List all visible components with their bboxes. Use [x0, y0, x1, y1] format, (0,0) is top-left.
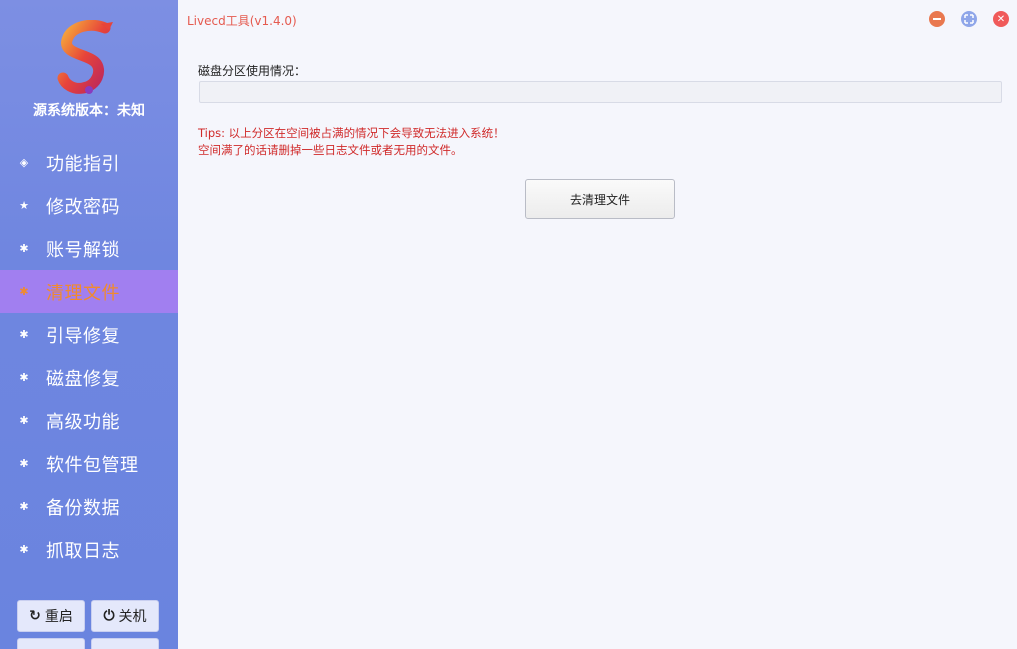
sidebar-item-label: 账号解锁: [46, 239, 120, 261]
window-title: Livecd工具(v1.4.0): [187, 14, 297, 28]
extra-button-2[interactable]: [91, 638, 159, 649]
bug-icon: ✱: [19, 371, 29, 384]
maximize-icon[interactable]: [961, 11, 977, 27]
restart-label: 重启: [44, 609, 73, 625]
minimize-icon[interactable]: [929, 11, 945, 27]
app-logo: [57, 20, 113, 94]
sidebar-item-unlock-account[interactable]: ✱ 账号解锁: [0, 227, 178, 270]
disk-usage-bar: [199, 81, 1002, 103]
sidebar-item-package-management[interactable]: ✱ 软件包管理: [0, 442, 178, 485]
sidebar-item-label: 功能指引: [46, 153, 120, 175]
sidebar-item-change-password[interactable]: ★ 修改密码: [0, 184, 178, 227]
sidebar-item-label: 软件包管理: [46, 454, 139, 476]
sidebar-item-guide[interactable]: ◈ 功能指引: [0, 141, 178, 184]
sidebar-item-label: 引导修复: [46, 325, 120, 347]
bug-icon: ✱: [19, 543, 29, 556]
sidebar-item-boot-repair[interactable]: ✱ 引导修复: [0, 313, 178, 356]
extra-button-1[interactable]: [17, 638, 85, 649]
sidebar-item-label: 高级功能: [46, 411, 120, 433]
sidebar-item-clean-files[interactable]: ✱ 清理文件: [0, 270, 178, 313]
bug-icon: ✱: [19, 457, 29, 470]
restart-icon: ↻: [29, 608, 41, 624]
bug-icon: ✱: [19, 242, 29, 255]
sidebar-item-label: 磁盘修复: [46, 368, 120, 390]
bug-icon: ✱: [19, 285, 29, 298]
clean-files-button[interactable]: 去清理文件: [525, 179, 675, 219]
bug-icon: ✱: [19, 414, 29, 427]
tips-line-1: Tips: 以上分区在空间被占满的情况下会导致无法进入系统！: [198, 126, 505, 140]
bug-icon: ✱: [19, 500, 29, 513]
sidebar-item-advanced[interactable]: ✱ 高级功能: [0, 399, 178, 442]
close-icon[interactable]: ✕: [993, 11, 1009, 27]
sidebar-item-label: 抓取日志: [46, 540, 120, 562]
sidebar-item-label: 备份数据: [46, 497, 120, 519]
tips-text: Tips: 以上分区在空间被占满的情况下会导致无法进入系统！ 空间满了的话请删掉…: [198, 125, 505, 159]
sidebar-nav: ◈ 功能指引 ★ 修改密码 ✱ 账号解锁 ✱ 清理文件 ✱ 引导修复 ✱ 磁盘修…: [0, 141, 178, 571]
sidebar: 源系统版本：未知 ◈ 功能指引 ★ 修改密码 ✱ 账号解锁 ✱ 清理文件 ✱ 引…: [0, 0, 178, 649]
power-icon: ⏻: [103, 608, 115, 624]
sidebar-item-capture-logs[interactable]: ✱ 抓取日志: [0, 528, 178, 571]
shutdown-button[interactable]: ⏻ 关机: [91, 600, 159, 632]
source-system-version: 源系统版本：未知: [33, 103, 145, 119]
cube-icon: ◈: [19, 156, 29, 169]
sidebar-item-disk-repair[interactable]: ✱ 磁盘修复: [0, 356, 178, 399]
disk-usage-label: 磁盘分区使用情况：: [198, 64, 307, 78]
shutdown-label: 关机: [118, 609, 147, 625]
star-icon: ★: [19, 199, 29, 212]
bug-icon: ✱: [19, 328, 29, 341]
main-panel: Livecd工具(v1.4.0) ✕ 磁盘分区使用情况： Tips: 以上分区在…: [178, 0, 1017, 649]
sidebar-item-label: 清理文件: [46, 282, 120, 304]
sidebar-item-label: 修改密码: [46, 196, 120, 218]
restart-button[interactable]: ↻ 重启: [17, 600, 85, 632]
sidebar-item-backup-data[interactable]: ✱ 备份数据: [0, 485, 178, 528]
tips-line-2: 空间满了的话请删掉一些日志文件或者无用的文件。: [198, 143, 463, 157]
